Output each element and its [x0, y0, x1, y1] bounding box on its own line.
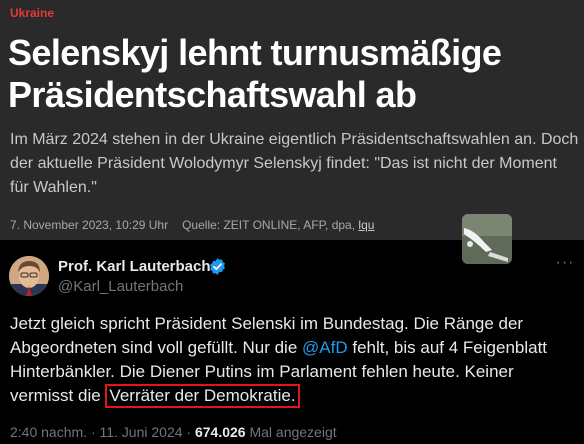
- article-date: 7. November 2023, 10:29 Uhr: [10, 218, 169, 232]
- article-author-link[interactable]: lqu: [358, 218, 374, 232]
- mention-link[interactable]: @AfD: [302, 338, 348, 357]
- article-kicker[interactable]: Ukraine: [10, 6, 54, 20]
- article-meta: 7. November 2023, 10:29 Uhr Quelle: ZEIT …: [10, 218, 374, 232]
- author-display-name[interactable]: Prof. Karl Lauterbach: [58, 258, 211, 275]
- article-thumbnail[interactable]: [462, 214, 512, 264]
- tweet-text: Jetzt gleich spricht Präsident Selenski …: [10, 312, 576, 408]
- verified-badge-icon: [210, 258, 225, 275]
- highlighted-text: Verräter der Demokratie.: [105, 384, 300, 408]
- article-teaser: Im März 2024 stehen in der Ukraine eigen…: [10, 131, 579, 196]
- article-headline[interactable]: Selenskyj lehnt turnusmäßige Präsidentsc…: [8, 32, 568, 116]
- more-options-icon[interactable]: ···: [553, 255, 577, 274]
- news-article-card[interactable]: Ukraine Selenskyj lehnt turnusmäßige Prä…: [0, 0, 584, 264]
- profile-avatar[interactable]: [9, 256, 49, 296]
- tweet-timestamp[interactable]: 2:40 nachm. · 11. Juni 2024 ·: [10, 424, 191, 440]
- views-count: 674.026: [194, 424, 246, 440]
- views-label: Mal angezeigt: [249, 424, 337, 440]
- tweet-meta: 2:40 nachm. · 11. Juni 2024 · 674.026 Ma…: [10, 424, 337, 440]
- article-source: Quelle: ZEIT ONLINE, AFP, dpa,: [182, 218, 356, 232]
- author-handle[interactable]: @Karl_Lauterbach: [58, 278, 183, 295]
